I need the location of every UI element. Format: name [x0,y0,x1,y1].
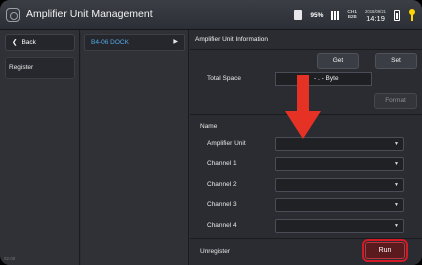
annotation-arrow-icon [285,75,321,139]
channel-1-select[interactable]: ▼ [275,157,404,171]
storage-percent: 95% [310,11,324,19]
channel-1-label: Channel 1 [207,160,237,167]
panel-header: Amplifier Unit Information [190,30,422,50]
channel-indicator: CH1 B2B [347,10,357,20]
indicator-pin-icon [408,9,416,21]
version-label: 02.00 [4,256,16,261]
total-space-label: Total Space [207,75,241,82]
triangle-down-icon: ▼ [394,182,399,188]
date-time: 2015/09/21 14:19 [365,8,386,22]
status-time: 14:19 [366,14,385,23]
amplifier-app-icon [6,8,20,22]
channel-2-label: Channel 2 [207,181,237,188]
status-area: 95% CH1 B2B 2015/09/21 14:19 [294,6,416,24]
format-button[interactable]: Format [374,93,417,109]
unregister-label: Unregister [200,248,230,255]
triangle-right-icon: ▶ [173,39,178,45]
amplifier-info-panel: Amplifier Unit Information Get Set Total… [190,30,422,265]
window-title: Amplifier Unit Management [26,8,153,20]
left-nav: ❮ Back Register 02.00 [0,30,80,265]
channel-3-label: Channel 3 [207,201,237,208]
signal-bars-icon [331,10,340,20]
device-list: B4-06 DOCK ▶ [81,30,189,265]
channel-2-select[interactable]: ▼ [275,178,404,192]
device-item-label: B4-06 DOCK [91,39,129,46]
device-list-item[interactable]: B4-06 DOCK ▶ [84,34,185,51]
get-button[interactable]: Get [317,53,359,69]
channel-4-select[interactable]: ▼ [275,219,404,233]
triangle-down-icon: ▼ [394,161,399,167]
channel-4-label: Channel 4 [207,222,237,229]
register-button[interactable]: Register [5,57,75,79]
set-button[interactable]: Set [375,53,417,69]
triangle-down-icon: ▼ [394,141,399,147]
channel-line-2: B2B [347,15,357,20]
section-divider [190,238,422,239]
back-button[interactable]: ❮ Back [5,34,75,51]
triangle-down-icon: ▼ [394,202,399,208]
run-button[interactable]: Run [362,239,408,262]
battery-icon [394,9,400,21]
storage-card-icon [294,10,303,20]
title-bar: Amplifier Unit Management 95% CH1 B2B 20… [0,0,422,30]
channel-3-select[interactable]: ▼ [275,198,404,212]
chevron-left-icon: ❮ [12,39,18,46]
app-window: Amplifier Unit Management 95% CH1 B2B 20… [0,0,422,265]
back-label: Back [21,39,36,46]
name-section-label: Name [200,123,218,130]
triangle-down-icon: ▼ [394,223,399,229]
amplifier-unit-label: Amplifier Unit [207,140,246,147]
